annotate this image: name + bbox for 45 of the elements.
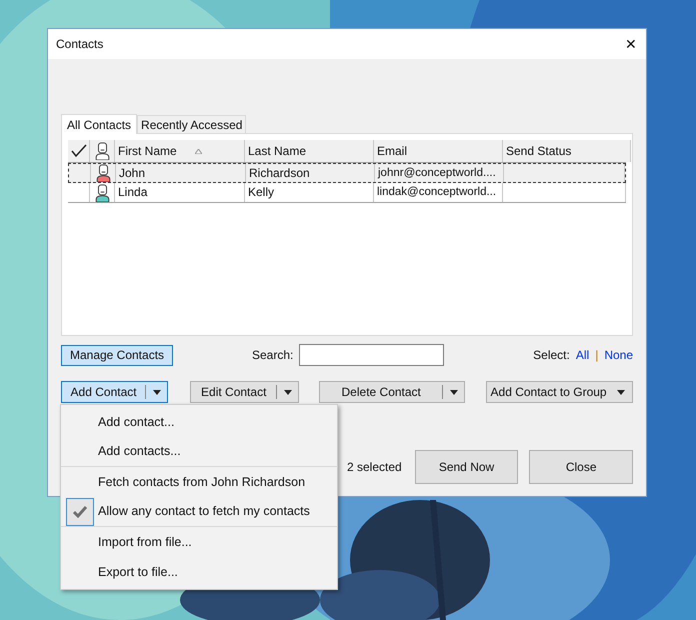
table-cell: lindak@conceptworld... bbox=[374, 183, 503, 202]
manage-contacts-button[interactable]: Manage Contacts bbox=[61, 344, 173, 366]
menu-item[interactable]: Add contacts... bbox=[61, 437, 337, 467]
window-title: Contacts bbox=[56, 36, 104, 53]
table-row[interactable]: John Richardson johnr@conceptworld.... bbox=[68, 163, 626, 183]
column-header[interactable]: First Name bbox=[115, 140, 245, 162]
person-icon bbox=[94, 142, 110, 160]
column-header[interactable]: Email bbox=[374, 140, 503, 162]
split-button[interactable]: Edit Contact bbox=[190, 381, 300, 403]
tab[interactable]: Recently Accessed bbox=[137, 115, 246, 133]
select-none-link[interactable]: None bbox=[604, 346, 633, 364]
table-cell: johnr@conceptworld.... bbox=[375, 164, 504, 182]
table-cell: Richardson bbox=[246, 164, 375, 182]
menu-item[interactable]: Export to file... bbox=[61, 557, 337, 587]
selection-count: 2 selected bbox=[347, 459, 402, 476]
menu-item[interactable]: Import from file... bbox=[61, 527, 337, 557]
menu-item[interactable]: Allow any contact to fetch my contacts bbox=[61, 497, 337, 527]
column-header[interactable]: Send Status bbox=[503, 140, 631, 162]
caret-icon bbox=[284, 390, 292, 394]
search-field[interactable] bbox=[299, 344, 444, 366]
split-button[interactable]: Delete Contact bbox=[319, 381, 466, 403]
table-cell: John bbox=[116, 164, 246, 182]
column-header[interactable] bbox=[90, 140, 115, 162]
link-separator: | bbox=[595, 347, 598, 364]
select-all-link[interactable]: All bbox=[576, 346, 590, 364]
column-header[interactable]: Last Name bbox=[245, 140, 374, 162]
menu-item[interactable]: Add contact... bbox=[61, 407, 337, 437]
checkmark-icon bbox=[70, 144, 86, 158]
send-now-button[interactable]: Send Now bbox=[414, 450, 518, 484]
close-button[interactable]: ✕ bbox=[616, 29, 646, 59]
search-label: Search: bbox=[252, 347, 294, 364]
close-dialog-button[interactable]: Close bbox=[529, 450, 633, 484]
caret-icon bbox=[450, 390, 458, 394]
column-header[interactable] bbox=[68, 140, 90, 162]
tab[interactable]: All Contacts bbox=[61, 114, 138, 134]
menu-item[interactable]: Fetch contacts from John Richardson bbox=[61, 467, 337, 497]
sort-arrow-icon bbox=[194, 148, 202, 154]
split-button[interactable]: Add Contact to Group bbox=[486, 381, 633, 403]
table-cell: Linda bbox=[115, 183, 245, 202]
caret-icon bbox=[152, 390, 161, 394]
table-row[interactable]: Linda Kelly lindak@conceptworld... bbox=[68, 183, 626, 203]
caret-icon bbox=[616, 390, 625, 394]
table-cell: Kelly bbox=[245, 183, 374, 202]
select-label: Select: bbox=[533, 347, 570, 364]
split-button[interactable]: Add Contact bbox=[61, 381, 168, 403]
